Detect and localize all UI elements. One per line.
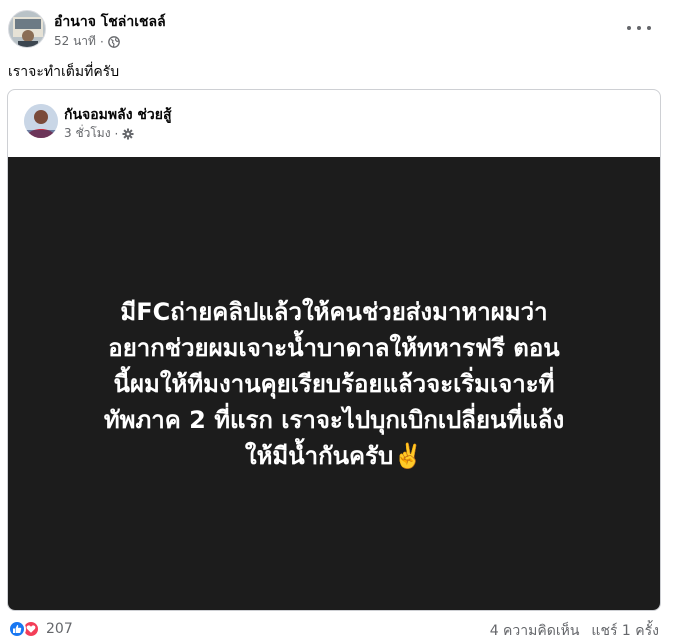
post-caption: เราจะทำเต็มที่ครับ (8, 64, 120, 80)
post-meta: 52 นาที · (54, 32, 120, 51)
shared-author-avatar[interactable] (24, 104, 58, 138)
comment-count[interactable]: 4 ความคิดเห็น (490, 620, 580, 642)
author-avatar[interactable] (8, 10, 46, 48)
like-icon (8, 620, 26, 638)
shared-author-name[interactable]: กันจอมพลัง ช่วยสู้ (64, 104, 172, 126)
image-text: มีFCถ่ายคลิปแล้วให้คนช่วยส่งมาหาผมว่า อย… (103, 297, 565, 470)
facebook-post: อำนาจ โชล่าเชลล์ 52 นาที · เราจะทำเต็มที… (0, 0, 673, 641)
globe-icon (107, 35, 120, 48)
meta-separator: · (99, 34, 104, 49)
share-count[interactable]: แชร์ 1 ครั้ง (591, 620, 659, 642)
post-time[interactable]: 52 นาที (54, 32, 96, 51)
post-footer: 207 4 ความคิดเห็น แชร์ 1 ครั้ง (0, 617, 673, 641)
shared-post-image[interactable]: มีFCถ่ายคลิปแล้วให้คนช่วยส่งมาหาผมว่า อย… (8, 157, 660, 610)
author-name[interactable]: อำนาจ โชล่าเชลล์ (54, 11, 166, 33)
reaction-count[interactable]: 207 (46, 621, 73, 637)
more-options-icon[interactable] (627, 20, 651, 36)
shared-post-meta: 3 ชั่วโมง · (64, 124, 134, 143)
shared-meta-separator: · (114, 126, 119, 141)
engagement-stats: 4 ความคิดเห็น แชร์ 1 ครั้ง (490, 620, 659, 642)
shared-post-time[interactable]: 3 ชั่วโมง (64, 124, 111, 143)
reactions-summary[interactable]: 207 (8, 620, 73, 638)
gear-icon (122, 128, 134, 140)
shared-post-card[interactable]: กันจอมพลัง ช่วยสู้ 3 ชั่วโมง · มีFCถ่ายค… (7, 89, 661, 611)
